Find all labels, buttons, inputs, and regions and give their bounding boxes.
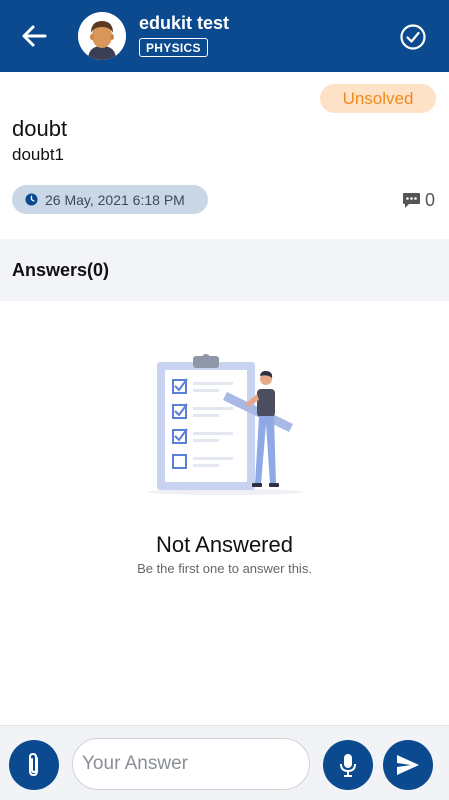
clock-icon bbox=[25, 193, 38, 206]
mark-resolved-button[interactable] bbox=[399, 23, 427, 51]
app-header: edukit test PHYSICS bbox=[0, 0, 449, 72]
arrow-left-icon bbox=[22, 25, 47, 47]
avatar[interactable] bbox=[78, 12, 126, 60]
empty-state-title: Not Answered bbox=[156, 532, 293, 557]
user-avatar-icon bbox=[78, 12, 126, 60]
microphone-icon bbox=[340, 754, 356, 777]
doubt-body: doubt1 bbox=[12, 145, 64, 164]
back-button[interactable] bbox=[18, 22, 50, 50]
status-badge: Unsolved bbox=[320, 84, 436, 113]
send-button[interactable] bbox=[383, 740, 433, 790]
comments-button[interactable]: 0 bbox=[402, 190, 435, 211]
comment-icon bbox=[403, 192, 420, 208]
send-icon bbox=[397, 755, 419, 775]
page-title: edukit test bbox=[139, 13, 230, 33]
microphone-button[interactable] bbox=[323, 740, 373, 790]
answers-heading: Answers(0) bbox=[12, 260, 110, 280]
paperclip-icon bbox=[29, 752, 38, 777]
date-pill: 26 May, 2021 6:18 PM bbox=[12, 185, 208, 214]
doubt-detail-screen: edukit test PHYSICS Unsolved doubt doubt… bbox=[0, 0, 449, 800]
subject-badge: PHYSICS bbox=[139, 38, 208, 57]
empty-state-subtitle: Be the first one to answer this. bbox=[137, 561, 312, 576]
comment-count: 0 bbox=[425, 190, 436, 210]
doubt-title: doubt bbox=[12, 116, 68, 141]
attach-button[interactable] bbox=[9, 740, 59, 790]
answer-input[interactable] bbox=[72, 738, 310, 790]
checklist-illustration bbox=[147, 354, 303, 495]
date-text: 26 May, 2021 6:18 PM bbox=[45, 191, 185, 208]
check-circle-icon bbox=[400, 24, 426, 50]
